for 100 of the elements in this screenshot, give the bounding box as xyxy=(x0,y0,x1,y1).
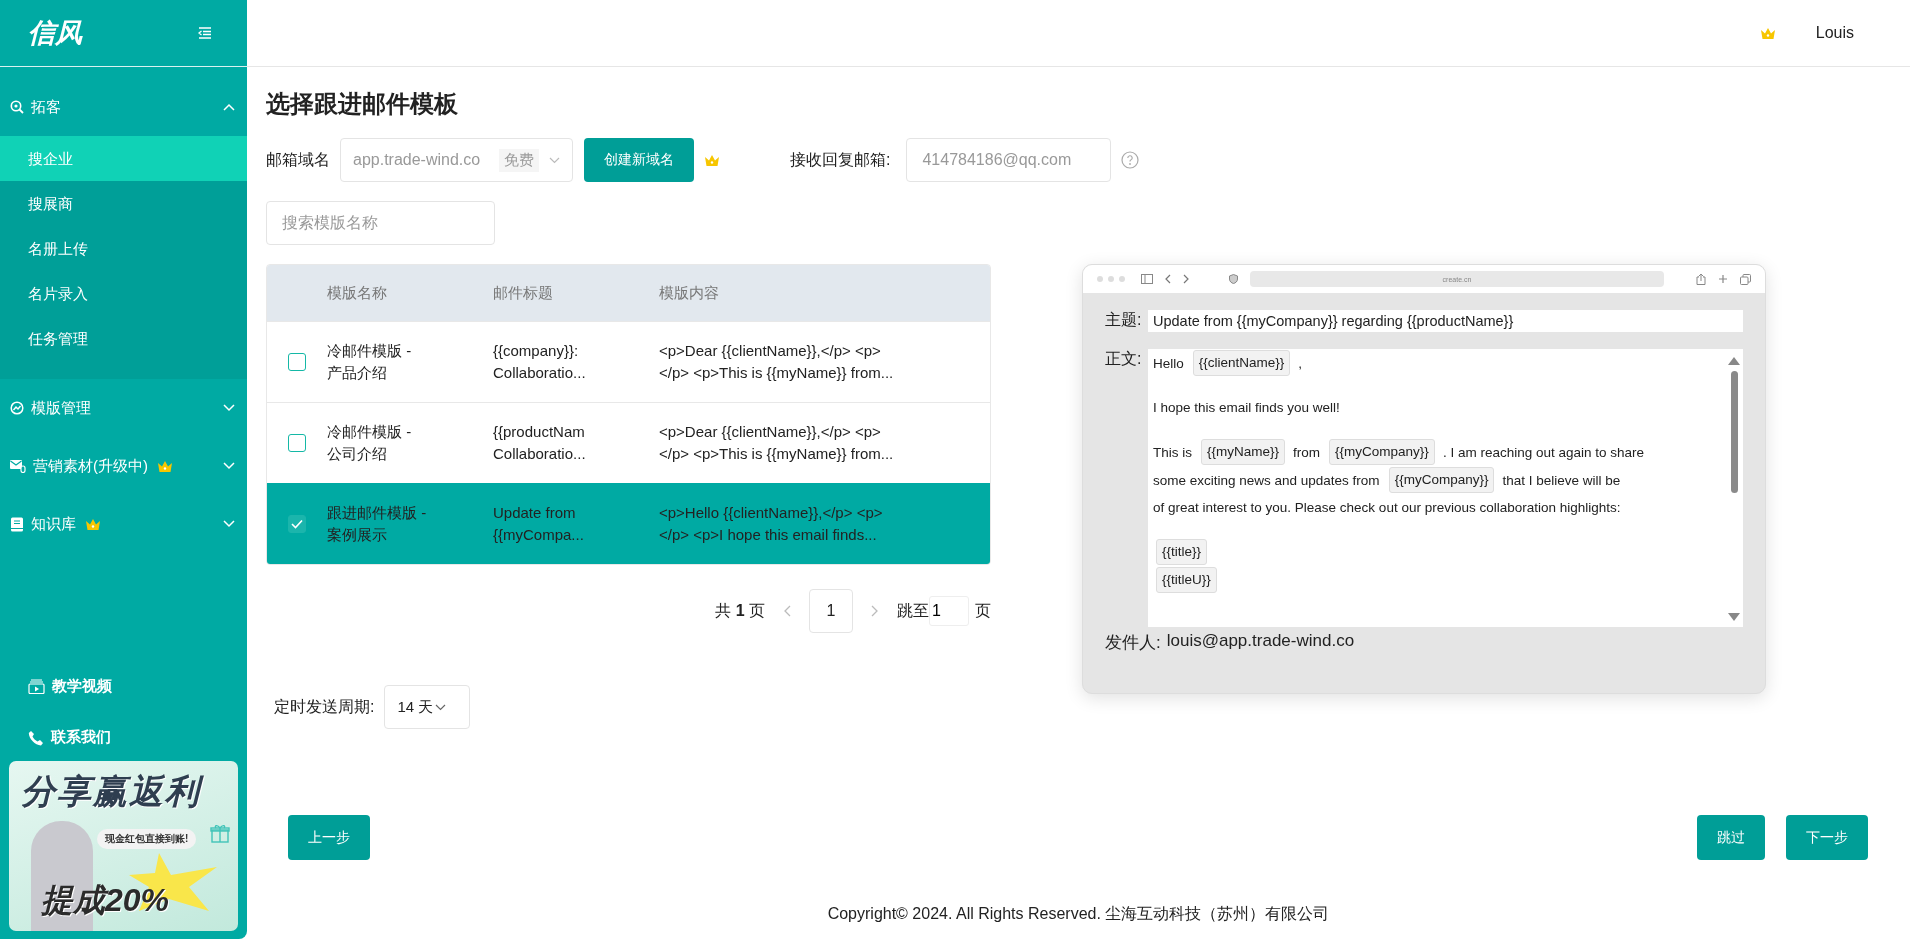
plus-icon xyxy=(1718,274,1728,284)
book-icon xyxy=(10,516,24,532)
chevron-right-icon[interactable] xyxy=(871,605,879,617)
page-title: 选择跟进邮件模板 xyxy=(266,89,459,119)
field-label: 接收回复邮箱: xyxy=(790,149,891,170)
sidebar-link[interactable]: 教学视频 xyxy=(28,677,247,696)
menu-item[interactable]: 搜展商 xyxy=(0,181,247,226)
chevron-down-icon[interactable] xyxy=(223,404,235,412)
shield-icon xyxy=(1229,274,1238,284)
share-icon xyxy=(1696,273,1706,285)
email-text: , xyxy=(1298,355,1303,371)
email-text: This is xyxy=(1153,444,1192,460)
mail-icon xyxy=(10,459,26,473)
search-icon xyxy=(10,100,24,114)
field-label: 邮箱域名 xyxy=(266,149,330,170)
menu-item[interactable]: 名片录入 xyxy=(0,271,247,316)
menu-group[interactable]: 模版管理 xyxy=(0,379,247,437)
previous-step-button[interactable]: 上一步 xyxy=(288,815,370,860)
table-cell-text: Update from {{myCompa... xyxy=(493,503,585,545)
variable-tag: {{myName}} xyxy=(1201,439,1286,465)
menu-group-label: 模版管理 xyxy=(31,398,91,418)
chart-icon xyxy=(10,401,24,415)
table-cell-text: <p>Hello {{clientName}},</p> <p> </p> <p>I hope this email finds... xyxy=(659,503,884,545)
menu-item[interactable]: 名册上传 xyxy=(0,226,247,271)
sidebar-icon xyxy=(1141,274,1153,284)
forward-icon xyxy=(1183,274,1189,284)
chevron-down-icon xyxy=(435,703,447,711)
menu-group-label: 营销素材(升级中) xyxy=(33,456,148,476)
checkbox[interactable] xyxy=(288,353,306,371)
email-text: of great interest to you. Please check out our previous collaboration highlights: xyxy=(1153,500,1621,515)
gift-icon xyxy=(210,823,230,843)
chevron-down-icon xyxy=(549,156,560,164)
table-cell-text: {{company}}: Collaboratio... xyxy=(493,341,587,383)
menu-group-label: 知识库 xyxy=(31,514,76,534)
column-header: 模版名称 xyxy=(327,283,388,303)
tabs-icon xyxy=(1740,273,1751,285)
domain-select[interactable]: app.trade-wind.co 免费 xyxy=(340,138,573,182)
variable-tag: {{title}} xyxy=(1156,539,1208,565)
scroll-down-icon xyxy=(1728,613,1740,621)
video-icon xyxy=(28,679,45,694)
sidebar-link[interactable]: 联系我们 xyxy=(28,728,247,747)
jump-page-field[interactable]: 1 xyxy=(929,596,969,626)
variable-tag: {{myCompany}} xyxy=(1388,467,1495,493)
skip-button[interactable]: 跳过 xyxy=(1697,815,1765,860)
phone-icon xyxy=(28,729,44,746)
scroll-up-icon xyxy=(1728,357,1740,365)
variable-tag: {{titleU}} xyxy=(1156,567,1217,593)
chevron-up-icon[interactable] xyxy=(223,103,235,111)
email-text: I hope this email finds you well! xyxy=(1153,400,1340,415)
chevron-down-icon[interactable] xyxy=(223,462,235,470)
page-suffix: 页 xyxy=(975,600,991,621)
table-row[interactable]: 冷邮件模版 - 产品介绍 {{company}}: Collaboratio... <p>Dear {{clientName}},</p> <p> </p> <p>This is {{myName}} from... xyxy=(267,321,990,402)
table-cell-text: 冷邮件模版 - 公司介绍 xyxy=(327,422,413,464)
page-number-button[interactable]: 1 xyxy=(809,589,853,633)
logo: 信风 xyxy=(28,17,82,50)
menu-group[interactable]: 营销素材(升级中) xyxy=(0,437,247,495)
email-text: that I believe will be xyxy=(1502,472,1621,488)
variable-tag: {{clientName}} xyxy=(1192,350,1291,376)
menu-collapse-icon[interactable] xyxy=(198,27,212,39)
banner-headline: 分享赢返利 xyxy=(9,761,238,815)
table-cell-text: <p>Dear {{clientName}},</p> <p> </p> <p>This is {{myName}} from... xyxy=(659,422,895,464)
search-field[interactable]: 搜索模版名称 xyxy=(266,201,495,245)
user-name[interactable]: Louis xyxy=(1815,24,1854,42)
menu-group[interactable]: 拓客 xyxy=(0,78,247,136)
period-select[interactable]: 14 天 xyxy=(384,685,471,729)
check-icon xyxy=(291,519,303,529)
email-text: . I am reaching out again to share xyxy=(1442,444,1644,460)
help-icon[interactable] xyxy=(1121,151,1140,169)
jump-label: 跳至 xyxy=(897,600,929,621)
email-text: some exciting news and updates from xyxy=(1153,472,1380,488)
scrollbar-thumb[interactable] xyxy=(1730,371,1738,493)
free-tag: 免费 xyxy=(499,148,539,172)
copyright-text: Copyright© 2024. All Rights Reserved. 尘海互动科技（苏州）有限公司 xyxy=(827,905,1330,922)
chevron-down-icon[interactable] xyxy=(223,520,235,528)
table-cell-text: 冷邮件模版 - 产品介绍 xyxy=(327,341,413,383)
table-cell-text: {{productNam Collaboratio... xyxy=(493,422,587,464)
table-cell-text: <p>Dear {{clientName}},</p> <p> </p> <p>This is {{myName}} from... xyxy=(659,341,895,383)
create-domain-button[interactable]: 创建新域名 xyxy=(584,138,694,182)
menu-item[interactable]: 搜企业 xyxy=(0,136,247,181)
sender-label: 发件人: xyxy=(1105,632,1161,654)
subject-field: Update from {{myCompany}} regarding {{productName}} xyxy=(1148,310,1743,332)
table-row[interactable]: 跟进邮件模版 - 案例展示 Update from {{myCompa... <p>Hello {{clientName}},</p> <p> </p> <p>I hope this email finds... xyxy=(267,483,990,564)
checkbox[interactable] xyxy=(288,434,306,452)
menu-group[interactable]: 知识库 xyxy=(0,495,247,553)
sender-email: louis@app.trade-wind.co xyxy=(1166,631,1355,652)
chevron-left-icon[interactable] xyxy=(783,605,791,617)
column-header: 邮件标题 xyxy=(493,283,554,303)
banner-tagline: 现金红包直接到账! xyxy=(97,829,197,849)
body-label: 正文: xyxy=(1105,349,1143,369)
reply-email-field[interactable]: 414784186@qq.com xyxy=(906,138,1112,182)
checkbox[interactable] xyxy=(288,515,306,533)
email-text: Hello xyxy=(1153,355,1184,371)
variable-tag: {{myCompany}} xyxy=(1329,439,1435,465)
column-header: 模版内容 xyxy=(659,283,720,303)
table-cell-text: 跟进邮件模版 - 案例展示 xyxy=(327,503,428,545)
next-step-button[interactable]: 下一步 xyxy=(1786,815,1868,860)
menu-item[interactable]: 任务管理 xyxy=(0,316,247,361)
page-count: 共 1 页 xyxy=(715,600,765,621)
email-text: from xyxy=(1293,444,1321,460)
crown-icon xyxy=(704,153,720,167)
